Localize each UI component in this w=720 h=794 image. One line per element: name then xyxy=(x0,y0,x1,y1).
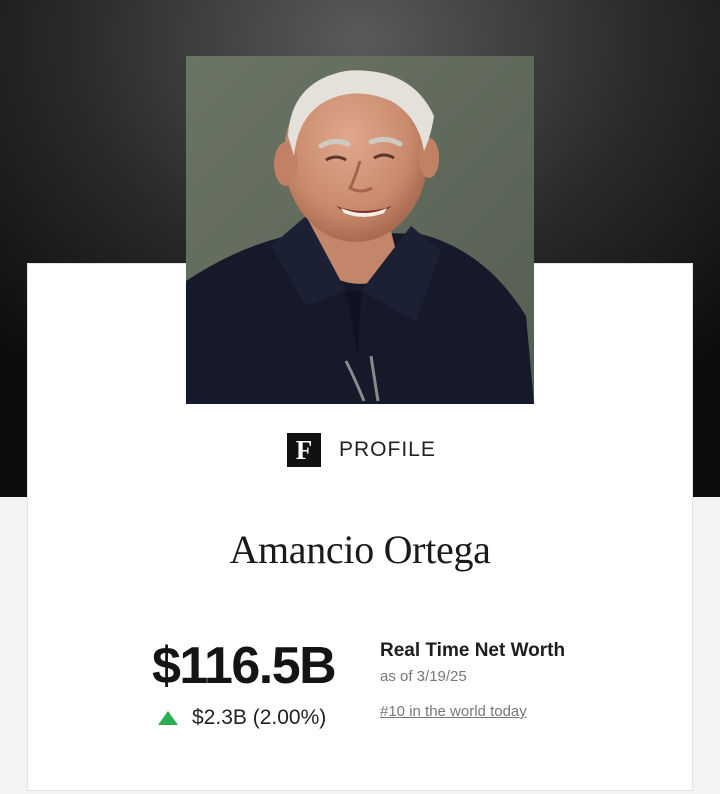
change-amount: $2.3B (2.00%) xyxy=(192,706,327,729)
triangle-up-icon xyxy=(158,711,178,725)
profile-photo xyxy=(186,56,534,404)
person-name: Amancio Ortega xyxy=(229,527,491,572)
net-worth-value: $116.5B xyxy=(152,637,337,695)
net-worth-title: Real Time Net Worth xyxy=(380,640,566,661)
profile-header: F PROFILE xyxy=(287,433,436,467)
world-rank-link[interactable]: #10 in the world today xyxy=(380,703,527,720)
as-of-date: as of 3/19/25 xyxy=(380,668,467,685)
forbes-logo-icon: F xyxy=(287,433,321,467)
profile-label: PROFILE xyxy=(339,438,436,461)
net-worth-change: $2.3B (2.00%) xyxy=(158,706,326,730)
